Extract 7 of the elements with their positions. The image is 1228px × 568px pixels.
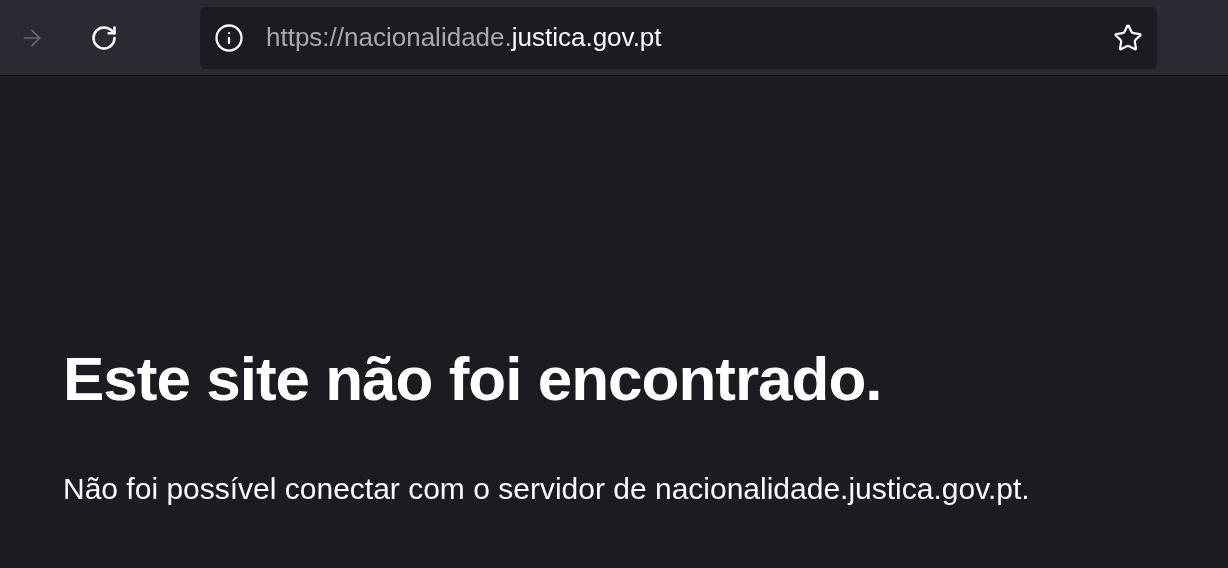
address-bar[interactable]: https://nacionalidade.justica.gov.pt xyxy=(200,6,1157,69)
error-title: Este site não foi encontrado. xyxy=(63,348,883,410)
bookmark-star-icon[interactable] xyxy=(1113,22,1143,53)
url-text: https://nacionalidade.justica.gov.pt xyxy=(266,21,662,54)
info-icon[interactable] xyxy=(214,22,244,53)
reload-icon xyxy=(90,23,118,52)
error-message: Não foi possível conectar com o servidor de nacionalidade.justica.gov.pt. xyxy=(63,474,1031,504)
